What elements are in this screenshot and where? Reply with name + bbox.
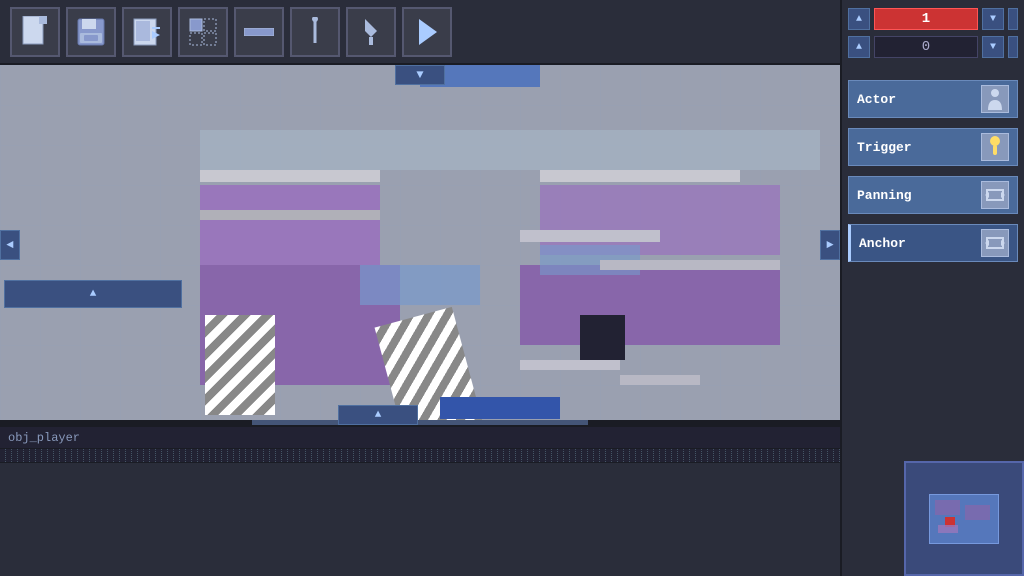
erase-button[interactable] — [234, 7, 284, 57]
actor-icon — [981, 85, 1009, 113]
shelf-1 — [200, 170, 380, 182]
trigger-button[interactable]: Trigger — [848, 128, 1018, 166]
canvas-scroll-right[interactable]: ► — [820, 230, 840, 260]
anchor-label: Anchor — [859, 236, 906, 251]
striped-block-left — [205, 315, 275, 415]
bottom-area: obj_player — [0, 425, 840, 576]
paint-tiles-button[interactable] — [178, 7, 228, 57]
toolbar — [0, 0, 840, 65]
counter-row-1: ▲ 1 ▼ — [848, 8, 1018, 30]
platform-purple-left — [200, 185, 380, 265]
platform-light-top — [200, 130, 820, 170]
preview-minimap — [929, 494, 999, 544]
actor-label: Actor — [857, 92, 896, 107]
canvas-area[interactable]: ◄ ► ▼ ▲ — [0, 65, 840, 425]
preview-window — [904, 461, 1024, 576]
anchor-button[interactable]: Anchor — [848, 224, 1018, 262]
counter2-value: 0 — [874, 36, 978, 58]
ruler-marks — [0, 449, 840, 462]
shelf-right-1 — [520, 230, 660, 242]
canvas-scroll-top[interactable]: ▼ — [395, 65, 445, 85]
counter1-up[interactable]: ▲ — [848, 8, 870, 30]
shelf-right-3 — [520, 360, 620, 370]
counter2-scroll[interactable] — [1008, 36, 1018, 58]
platform-purple-right-mid — [520, 265, 780, 345]
timeline-ruler — [0, 449, 840, 463]
counter2-down[interactable]: ▼ — [982, 36, 1004, 58]
dark-box — [580, 315, 625, 360]
save-button[interactable] — [66, 7, 116, 57]
anchor-icon — [981, 229, 1009, 257]
play-button[interactable] — [402, 7, 452, 57]
fill-button[interactable] — [346, 7, 396, 57]
counter1-scroll[interactable] — [1008, 8, 1018, 30]
canvas-scroll-bottom[interactable]: ▲ — [338, 405, 418, 425]
preview-inner — [906, 463, 1022, 574]
left-nav-area: ▲ — [4, 280, 182, 315]
counter1-down[interactable]: ▼ — [982, 8, 1004, 30]
platform-bottom-blue — [440, 397, 560, 419]
pencil-button[interactable] — [290, 7, 340, 57]
panning-button[interactable]: Panning — [848, 176, 1018, 214]
shelf-right-2 — [600, 260, 780, 270]
trigger-label: Trigger — [857, 140, 912, 155]
counter-row-2: ▲ 0 ▼ — [848, 36, 1018, 58]
panning-icon — [981, 181, 1009, 209]
ruler-tick — [834, 449, 840, 462]
export-button[interactable] — [122, 7, 172, 57]
new-file-button[interactable] — [10, 7, 60, 57]
left-nav-btn-1[interactable]: ▲ — [4, 280, 182, 308]
obj-name: obj_player — [8, 431, 80, 445]
counter1-value: 1 — [874, 8, 978, 30]
canvas-scroll-left[interactable]: ◄ — [0, 230, 20, 260]
actor-button[interactable]: Actor — [848, 80, 1018, 118]
counter2-up[interactable]: ▲ — [848, 36, 870, 58]
shelf-right-4 — [620, 375, 700, 385]
obj-label: obj_player — [0, 427, 840, 449]
light-patch-1 — [360, 265, 480, 305]
trigger-icon — [981, 133, 1009, 161]
shelf-2 — [540, 170, 740, 182]
shelf-3 — [200, 210, 380, 220]
panning-label: Panning — [857, 188, 912, 203]
